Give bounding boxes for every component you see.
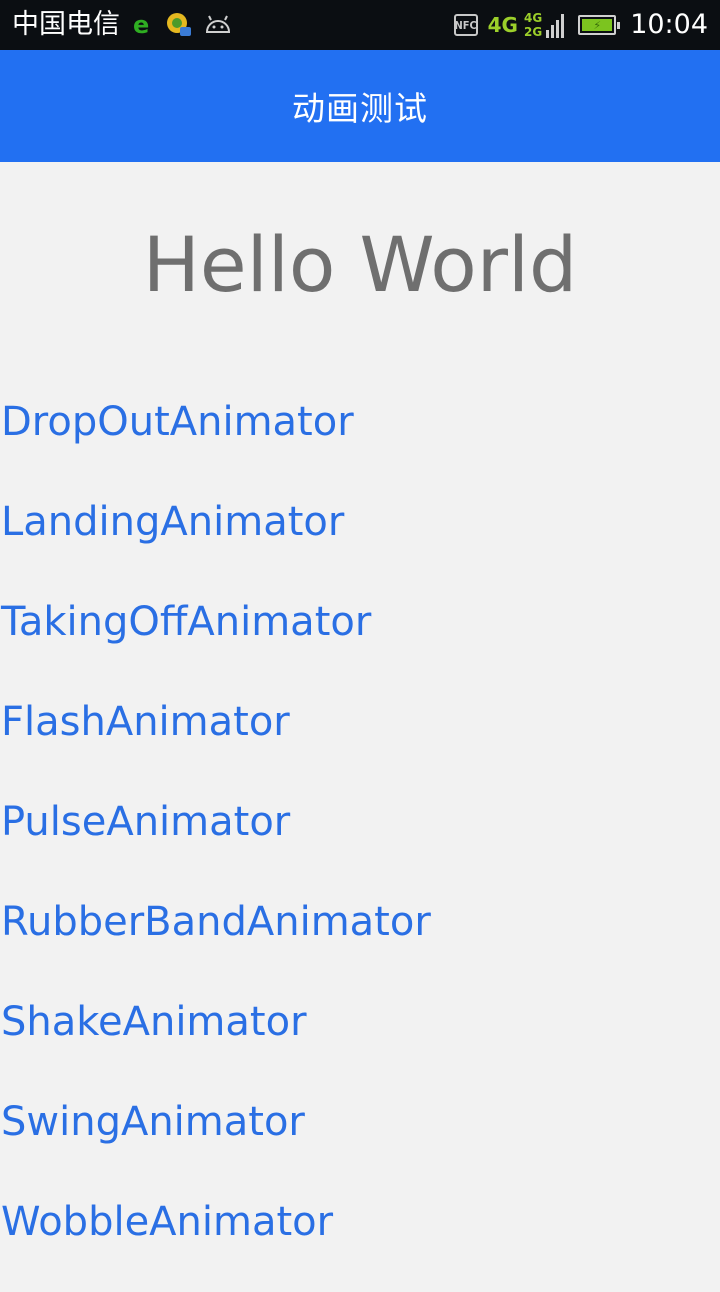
list-item-flash-animator[interactable]: FlashAnimator — [0, 692, 431, 792]
main-content: Hello World DropOutAnimator LandingAnima… — [0, 162, 720, 1280]
page-title: 动画测试 — [292, 89, 428, 128]
app-notification-icon — [166, 0, 192, 50]
action-bar: 动画测试 — [0, 50, 720, 162]
list-item-pulse-animator[interactable]: PulseAnimator — [0, 792, 431, 892]
list-item-takingoff-animator[interactable]: TakingOffAnimator — [0, 592, 431, 692]
hello-text: Hello World — [142, 220, 578, 309]
battery-icon: ⚡ — [578, 15, 621, 35]
signal-strength-icon — [544, 12, 565, 38]
network-type-label: 4G — [487, 13, 518, 37]
list-item-dropout-animator[interactable]: DropOutAnimator — [0, 392, 431, 492]
status-right: NFC 4G 4G 2G ⚡ 10:04 — [453, 0, 708, 50]
svg-text:e: e — [133, 13, 149, 37]
battery-charging-icon: ⚡ — [582, 19, 613, 32]
list-item-swing-animator[interactable]: SwingAnimator — [0, 1092, 431, 1192]
android-debug-icon — [204, 0, 232, 50]
dual-network-indicator: 4G 2G — [524, 11, 542, 39]
list-item-landing-animator[interactable]: LandingAnimator — [0, 492, 431, 592]
network-top-label: 4G — [523, 11, 543, 25]
list-item-rubberband-animator[interactable]: RubberBandAnimator — [0, 892, 431, 992]
nfc-icon: NFC — [453, 14, 478, 36]
list-item-wobble-animator[interactable]: WobbleAnimator — [0, 1192, 431, 1292]
status-bar: 中国电信 e NFC 4G 4G 2G ⚡ 10:04 — [0, 0, 720, 50]
ie-browser-icon: e — [132, 0, 154, 50]
carrier-label: 中国电信 — [12, 9, 120, 40]
list-item-shake-animator[interactable]: ShakeAnimator — [0, 992, 431, 1092]
animator-list: DropOutAnimator LandingAnimator TakingOf… — [0, 392, 431, 1292]
status-left: 中国电信 e — [12, 0, 232, 50]
network-bottom-label: 2G — [523, 25, 543, 39]
clock: 10:04 — [630, 9, 708, 40]
